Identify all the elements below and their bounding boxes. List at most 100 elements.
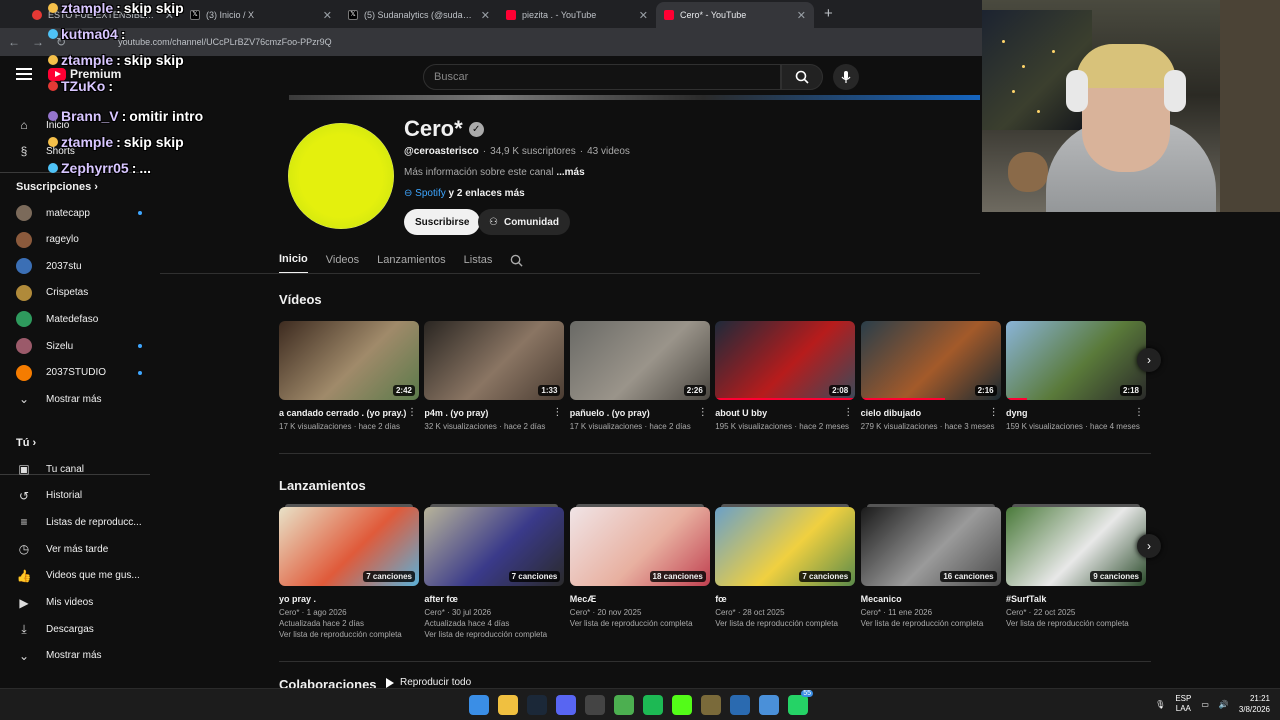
videos-next-button[interactable]: › [1137, 348, 1161, 372]
channel-links[interactable]: ⊖ Spotify y 2 enlaces más [404, 188, 525, 199]
release-thumbnail[interactable]: 9 canciones [1006, 507, 1146, 586]
video-thumbnail[interactable]: 1:33 [424, 321, 565, 400]
notepad-icon[interactable] [759, 695, 779, 715]
video-thumbnail[interactable]: 2:16 [860, 321, 1001, 400]
video-card[interactable]: 2:16 cielo dibujado 279 K visualizaciones … [860, 321, 1001, 432]
tab-listas[interactable]: Listas [464, 246, 493, 274]
browser-tab[interactable]: Cero* - YouTube ✕ [656, 2, 814, 28]
video-title[interactable]: p4m . (yo pray) [424, 407, 552, 419]
release-card[interactable]: 7 canciones fœ Cero* · 28 oct 2025 Ver list… [715, 504, 856, 629]
close-icon[interactable]: ✕ [323, 9, 332, 22]
forward-icon[interactable]: → [32, 35, 44, 49]
sidebar-item-subscription[interactable]: matecapp [16, 204, 142, 222]
search-button[interactable] [781, 64, 823, 90]
ccleaner-icon[interactable] [730, 695, 750, 715]
mic-icon[interactable]: 🎙 [1155, 700, 1165, 709]
sidebar-item-you[interactable]: ▶ Mis videos [16, 594, 142, 612]
video-thumbnail[interactable]: 2:18 [1006, 321, 1146, 400]
release-title[interactable]: fœ [715, 593, 843, 605]
discord-icon[interactable] [556, 695, 576, 715]
release-card[interactable]: 9 canciones #SurfTalk Cero* · 22 oct 2025 V… [1006, 504, 1146, 629]
tab-lanzamientos[interactable]: Lanzamientos [377, 246, 446, 274]
release-thumbnail[interactable]: 7 canciones [279, 507, 419, 586]
whatsapp-icon[interactable]: 55 [788, 690, 813, 715]
play-all-button[interactable]: Reproducir todo [386, 677, 471, 688]
view-full-playlist-link[interactable]: Ver lista de reproducción completa [1006, 618, 1146, 629]
view-full-playlist-link[interactable]: Ver lista de reproducción completa [861, 618, 1001, 629]
video-title[interactable]: cielo dibujado [861, 407, 989, 419]
video-thumbnail[interactable]: 2:08 [715, 321, 856, 400]
tab-inicio[interactable]: Inicio [279, 246, 308, 274]
video-card[interactable]: 2:26 pañuelo . (yo pray) 17 K visualizacio… [569, 321, 710, 432]
sidebar-item-subscription[interactable]: 2037STUDIO [16, 364, 142, 382]
sidebar-item-you[interactable]: ◷ Ver más tarde [16, 540, 142, 558]
windows-start-icon[interactable] [469, 695, 489, 715]
network-icon[interactable]: ▭ [1201, 700, 1209, 709]
obs-icon[interactable] [585, 695, 605, 715]
release-card[interactable]: 7 canciones yo pray . Cero* · 1 ago 2026 Ac… [279, 504, 419, 640]
release-title[interactable]: after fœ [424, 593, 552, 605]
subscribe-button[interactable]: Suscribirse [404, 209, 481, 235]
spotify-icon[interactable] [643, 695, 663, 715]
view-full-playlist-link[interactable]: Ver lista de reproducción completa [570, 618, 710, 629]
language-indicator[interactable]: ESP LAA [1175, 694, 1191, 714]
game-icon[interactable] [701, 695, 721, 715]
search-icon[interactable] [510, 246, 523, 274]
new-tab-button[interactable]: + [814, 5, 843, 28]
more-options-icon[interactable]: ⋮ [843, 407, 853, 418]
sidebar-item-you[interactable]: ⤓ Descargas [16, 620, 142, 638]
more-options-icon[interactable]: ⋮ [989, 407, 999, 418]
video-card[interactable]: 2:18 dyng 159 K visualizaciones · hace 4 m… [1006, 321, 1146, 432]
video-title[interactable]: about U bby [715, 407, 843, 419]
release-title[interactable]: MecÆ [570, 593, 698, 605]
voice-search-button[interactable] [833, 64, 859, 90]
more-options-icon[interactable]: ⋮ [698, 407, 708, 418]
release-thumbnail[interactable]: 7 canciones [424, 507, 565, 586]
more-links[interactable]: y 2 enlaces más [449, 188, 525, 199]
file-explorer-icon[interactable] [498, 695, 518, 715]
sidebar-item-subscription[interactable]: Sizelu [16, 337, 142, 355]
release-thumbnail[interactable]: 16 canciones [860, 507, 1001, 586]
you-heading[interactable]: Tú › [16, 437, 36, 449]
video-card[interactable]: 2:42 a candado cerrado . (yo pray.) 17 K v… [279, 321, 419, 432]
view-full-playlist-link[interactable]: Ver lista de reproducción completa [715, 618, 855, 629]
release-title[interactable]: #SurfTalk [1006, 593, 1134, 605]
sidebar-item-subscription[interactable]: 2037stu [16, 257, 142, 275]
video-title[interactable]: pañuelo . (yo pray) [570, 407, 698, 419]
channel-description[interactable]: Más información sobre este canal ...más [404, 167, 585, 178]
more-options-icon[interactable]: ⋮ [407, 407, 417, 418]
releases-next-button[interactable]: › [1137, 534, 1161, 558]
close-icon[interactable]: ✕ [797, 9, 806, 22]
more-link[interactable]: ...más [556, 167, 584, 178]
close-icon[interactable]: ✕ [639, 9, 648, 22]
release-thumbnail[interactable]: 18 canciones [569, 507, 710, 586]
video-thumbnail[interactable]: 2:42 [279, 321, 419, 400]
close-icon[interactable]: ✕ [481, 9, 490, 22]
sidebar-item-you[interactable]: ▣ Tu canal [16, 460, 142, 478]
browser-tab[interactable]: 𝕏 (5) Sudanalytics (@sudanalytics ✕ [340, 2, 498, 28]
video-card[interactable]: 1:33 p4m . (yo pray) 32 K visualizaciones … [424, 321, 565, 432]
video-title[interactable]: dyng [1006, 407, 1134, 419]
sidebar-item-you[interactable]: ↺ Historial [16, 487, 142, 505]
release-card[interactable]: 18 canciones MecÆ Cero* · 20 nov 2025 Ver l… [569, 504, 710, 629]
community-button[interactable]: ⚇ Comunidad [478, 209, 570, 235]
sidebar-item-subscription[interactable]: Matedefaso [16, 310, 142, 328]
video-card[interactable]: 2:08 about U bby 195 K visualizaciones · h… [715, 321, 856, 432]
release-title[interactable]: Mecanico [861, 593, 989, 605]
sidebar-item-you[interactable]: ⌄ Mostrar más [16, 647, 142, 665]
release-title[interactable]: yo pray . [279, 593, 407, 605]
release-card[interactable]: 7 canciones after fœ Cero* · 30 jul 2026 Ac… [424, 504, 565, 640]
steam-icon[interactable] [527, 695, 547, 715]
release-card[interactable]: 16 canciones Mecanico Cero* · 11 ene 2026 V… [860, 504, 1001, 629]
sidebar-item-subscription[interactable]: rageylo [16, 231, 142, 249]
sidebar-show-more[interactable]: ⌄ Mostrar más [16, 390, 142, 408]
view-full-playlist-link[interactable]: Ver lista de reproducción completa [424, 629, 564, 640]
sidebar-item-you[interactable]: 👍 Videos que me gus... [16, 567, 142, 585]
more-options-icon[interactable]: ⋮ [1134, 407, 1144, 418]
sidebar-item-you[interactable]: ≡ Listas de reproducc... [16, 513, 142, 531]
more-options-icon[interactable]: ⋮ [552, 407, 562, 418]
back-icon[interactable]: ← [8, 35, 20, 49]
search-input[interactable]: Buscar [423, 64, 781, 90]
browser-tab[interactable]: piezita . - YouTube ✕ [498, 2, 656, 28]
video-title[interactable]: a candado cerrado . (yo pray.) [279, 407, 407, 419]
